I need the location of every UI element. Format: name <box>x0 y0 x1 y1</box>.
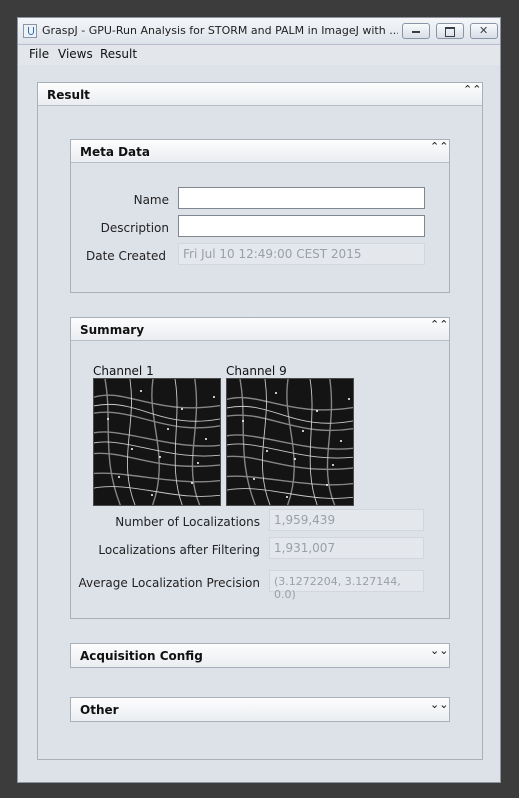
summary-title: Summary <box>80 323 145 337</box>
other-header[interactable]: Other ⌄⌄ <box>71 698 449 721</box>
channel-9-image <box>226 378 354 506</box>
num-localizations-field: 1,959,439 <box>269 509 424 531</box>
expand-icon[interactable]: ⌄⌄ <box>430 699 448 710</box>
filtered-localizations-field: 1,931,007 <box>269 537 424 559</box>
title-bar[interactable]: GraspJ - GPU-Run Analysis for STORM and … <box>18 18 500 45</box>
meta-data-header[interactable]: Meta Data ⌃⌃ <box>71 140 449 163</box>
collapse-icon[interactable]: ⌃⌃ <box>430 141 448 152</box>
channel-1-image <box>93 378 221 506</box>
description-input[interactable] <box>178 215 425 237</box>
date-created-field: Fri Jul 10 12:49:00 CEST 2015 <box>178 243 425 265</box>
maximize-icon <box>445 27 455 37</box>
meta-data-title: Meta Data <box>80 145 150 159</box>
precision-field: (3.1272204, 3.127144, 0.0) <box>269 570 424 601</box>
other-title: Other <box>80 703 119 717</box>
name-label: Name <box>133 193 169 207</box>
channel-1-label: Channel 1 <box>93 364 154 378</box>
meta-data-panel: Meta Data ⌃⌃ Name Description Date Creat… <box>70 139 450 293</box>
maximize-button[interactable] <box>436 23 464 39</box>
precision-label: Average Localization Precision <box>78 576 260 590</box>
channel-9-label: Channel 9 <box>226 364 287 378</box>
result-panel-header[interactable]: Result ⌃⌃ <box>38 83 482 106</box>
app-window: GraspJ - GPU-Run Analysis for STORM and … <box>17 17 501 783</box>
menu-bar: File Views Result <box>18 45 500 65</box>
minimize-button[interactable] <box>402 23 430 39</box>
summary-header[interactable]: Summary ⌃⌃ <box>71 318 449 341</box>
description-label: Description <box>100 221 169 235</box>
acquisition-config-header[interactable]: Acquisition Config ⌄⌄ <box>71 644 449 667</box>
window-title: GraspJ - GPU-Run Analysis for STORM and … <box>42 24 398 37</box>
menu-file[interactable]: File <box>29 47 49 61</box>
name-input[interactable] <box>178 187 425 209</box>
summary-panel: Summary ⌃⌃ Channel 1 Channel 9 Number of… <box>70 317 450 619</box>
acquisition-config-panel: Acquisition Config ⌄⌄ <box>70 643 450 668</box>
java-app-icon <box>23 24 37 38</box>
expand-icon[interactable]: ⌄⌄ <box>430 645 448 656</box>
other-panel: Other ⌄⌄ <box>70 697 450 722</box>
close-icon: ✕ <box>479 24 489 37</box>
result-panel-title: Result <box>47 88 90 102</box>
filtered-localizations-label: Localizations after Filtering <box>98 543 260 557</box>
num-localizations-label: Number of Localizations <box>115 515 260 529</box>
acquisition-config-title: Acquisition Config <box>80 649 203 663</box>
result-panel: Result ⌃⌃ Meta Data ⌃⌃ Name Description … <box>37 82 483 760</box>
collapse-icon[interactable]: ⌃⌃ <box>430 319 448 330</box>
collapse-icon[interactable]: ⌃⌃ <box>463 84 481 95</box>
date-created-label: Date Created <box>86 249 166 263</box>
menu-views[interactable]: Views <box>58 47 93 61</box>
menu-result[interactable]: Result <box>100 47 137 61</box>
minimize-icon <box>412 31 420 33</box>
close-button[interactable]: ✕ <box>470 23 498 39</box>
